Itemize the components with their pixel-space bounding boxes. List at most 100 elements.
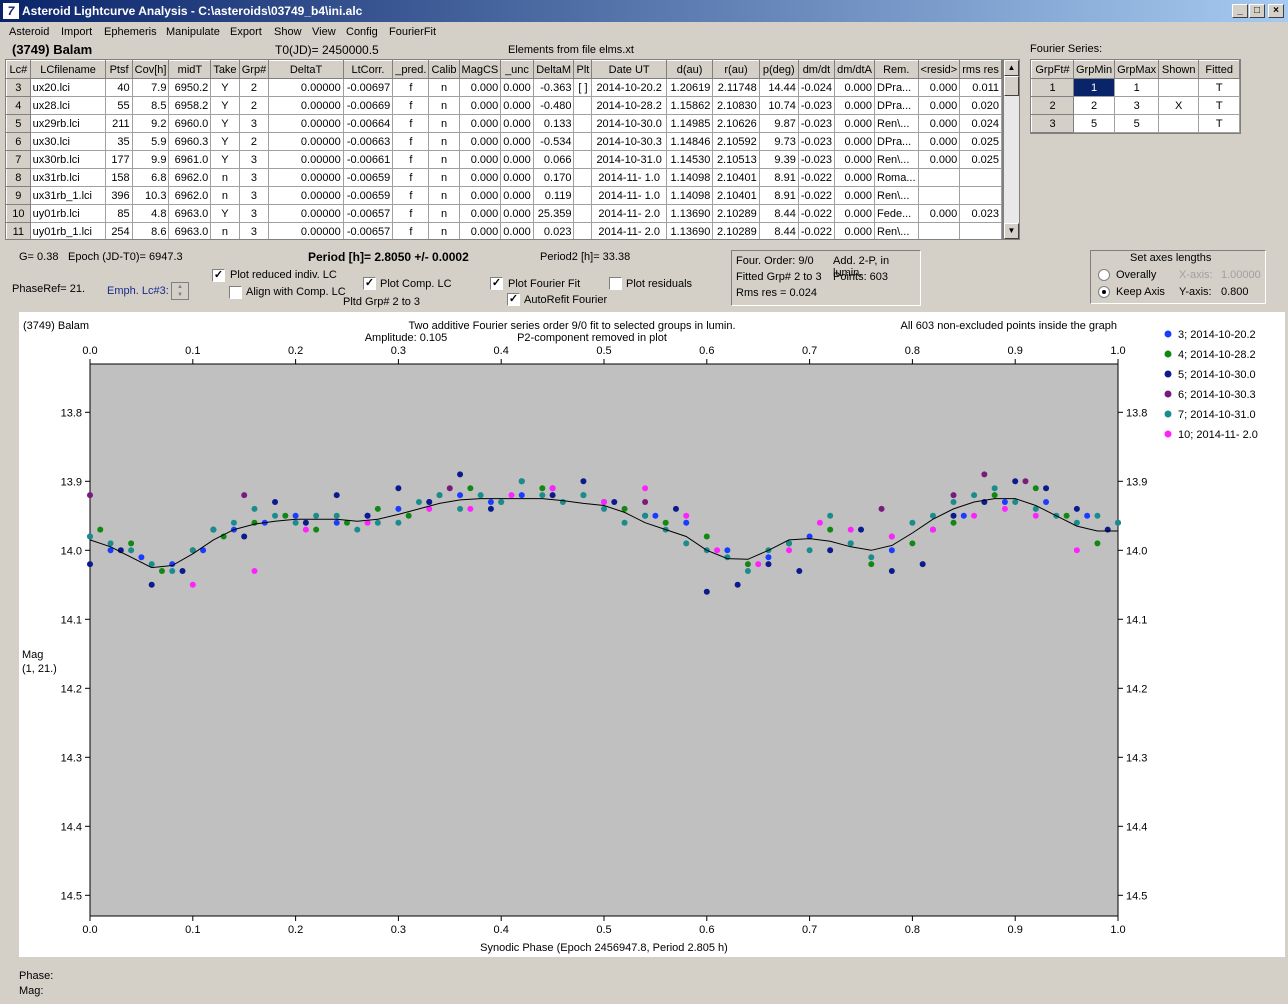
table-cell[interactable]: 0.00000 <box>268 96 344 115</box>
table-cell[interactable]: 2.11748 <box>712 78 760 97</box>
fourier-column-header[interactable]: Fitted <box>1198 60 1241 79</box>
table-cell[interactable]: n <box>210 168 240 187</box>
fourier-cell[interactable]: 1 <box>1031 78 1074 97</box>
column-header[interactable]: _pred. <box>392 60 430 79</box>
table-cell[interactable]: -0.00657 <box>342 222 394 239</box>
column-header[interactable]: Ptsf <box>105 60 133 79</box>
table-row[interactable]: 6 ux30.lci 35 5.9 6960.3 Y 2 0.00000 -0.00663 f n 0… <box>6 132 1002 151</box>
table-cell[interactable]: 8.44 <box>758 204 799 223</box>
column-header[interactable]: _unc <box>500 60 534 79</box>
table-cell[interactable]: 6963.0 <box>168 222 212 239</box>
table-cell[interactable]: 3 <box>238 222 270 239</box>
table-cell[interactable]: Ren\... <box>874 150 919 169</box>
table-cell[interactable]: f <box>392 78 430 97</box>
fourier-column-header[interactable]: GrpMin <box>1072 60 1116 79</box>
lightcurve-chart[interactable]: (3749) Balam Two additive Fourier series… <box>19 312 1285 957</box>
table-cell[interactable]: 211 <box>105 114 133 133</box>
table-row[interactable]: 8 ux31rb.lci 158 6.8 6962.0 n 3 0.00000 -0.00659… <box>6 168 1002 187</box>
table-row[interactable]: 7 ux30rb.lci 177 9.9 6961.0 Y 3 0.00000 -0.00661… <box>6 150 1002 169</box>
table-cell[interactable]: 0.000 <box>458 222 502 239</box>
table-cell[interactable]: 85 <box>105 204 133 223</box>
table-cell[interactable]: n <box>428 222 460 239</box>
table-cell[interactable]: 6950.2 <box>168 78 212 97</box>
table-cell[interactable]: 0.000 <box>500 150 534 169</box>
table-cell[interactable]: 1.14098 <box>665 186 714 205</box>
table-cell[interactable]: 0.000 <box>500 222 534 239</box>
table-cell[interactable]: n <box>428 186 460 205</box>
table-cell[interactable]: f <box>392 204 430 223</box>
table-cell[interactable]: Y <box>210 204 240 223</box>
table-cell[interactable]: 2014-10-30.0 <box>591 114 667 133</box>
table-cell[interactable]: 1.14846 <box>665 132 714 151</box>
table-cell[interactable] <box>917 186 961 205</box>
table-cell[interactable]: DPra... <box>874 132 919 151</box>
menu-asteroid[interactable]: Asteroid <box>9 26 49 38</box>
plot-reduced-checkbox[interactable]: ✓ <box>212 269 225 282</box>
table-cell[interactable]: 9.39 <box>758 150 799 169</box>
table-cell[interactable]: 0.000 <box>458 114 502 133</box>
fourier-row[interactable]: 111T <box>1031 78 1241 97</box>
table-cell[interactable]: ux31rb_1.lci <box>29 186 107 205</box>
table-cell[interactable]: 1.13690 <box>665 204 714 223</box>
table-cell[interactable]: ux30.lci <box>29 132 107 151</box>
table-cell[interactable]: -0.00663 <box>342 132 394 151</box>
table-cell[interactable]: 11 <box>6 222 31 239</box>
table-cell[interactable]: 0.00000 <box>268 114 344 133</box>
table-cell[interactable]: 8.91 <box>758 168 799 187</box>
table-cell[interactable]: 2 <box>238 132 270 151</box>
table-cell[interactable]: 0.000 <box>917 150 961 169</box>
column-header[interactable]: rms res <box>959 60 1002 79</box>
plot-comp-checkbox[interactable]: ✓ <box>363 277 376 290</box>
table-cell[interactable]: ux30rb.lci <box>29 150 107 169</box>
table-cell[interactable]: 0.000 <box>458 150 502 169</box>
table-cell[interactable] <box>573 204 593 223</box>
table-cell[interactable]: 0.000 <box>834 96 875 115</box>
table-cell[interactable]: 8.5 <box>131 96 170 115</box>
table-cell[interactable]: 0.000 <box>500 78 534 97</box>
fourier-cell[interactable] <box>1158 78 1200 97</box>
table-cell[interactable]: 0.00000 <box>268 150 344 169</box>
table-cell[interactable]: 0.000 <box>834 204 875 223</box>
fourier-cell[interactable]: 5 <box>1114 114 1160 133</box>
table-cell[interactable]: ux31rb.lci <box>29 168 107 187</box>
fourier-cell[interactable]: 3 <box>1114 96 1160 115</box>
table-cell[interactable]: 396 <box>105 186 133 205</box>
table-cell[interactable]: 6962.0 <box>168 186 212 205</box>
table-cell[interactable]: 0.00000 <box>268 78 344 97</box>
table-cell[interactable]: 4 <box>6 96 31 115</box>
table-cell[interactable]: 9.87 <box>758 114 799 133</box>
table-cell[interactable]: f <box>392 96 430 115</box>
emph-spin-button[interactable]: ▲ ▼ <box>171 282 189 300</box>
table-cell[interactable]: 2.10592 <box>712 132 760 151</box>
table-cell[interactable]: 0.000 <box>458 168 502 187</box>
table-cell[interactable]: -0.00661 <box>342 150 394 169</box>
column-header[interactable]: midT <box>168 60 212 79</box>
table-cell[interactable]: DPra... <box>874 96 919 115</box>
table-cell[interactable] <box>959 186 1002 205</box>
column-header[interactable]: <resid> <box>917 60 961 79</box>
table-cell[interactable]: 0.000 <box>834 78 875 97</box>
table-cell[interactable]: -0.480 <box>532 96 575 115</box>
table-cell[interactable]: n <box>428 150 460 169</box>
table-cell[interactable]: -0.022 <box>797 168 836 187</box>
table-cell[interactable] <box>573 168 593 187</box>
table-cell[interactable]: 0.000 <box>458 96 502 115</box>
table-cell[interactable]: 0.000 <box>458 78 502 97</box>
table-cell[interactable]: 2014-10-20.2 <box>591 78 667 97</box>
table-cell[interactable]: uy01rb.lci <box>29 204 107 223</box>
x-axis-value[interactable]: 1.00000 <box>1221 269 1261 281</box>
table-cell[interactable] <box>917 168 961 187</box>
table-row[interactable]: 5 ux29rb.lci 211 9.2 6960.0 Y 3 0.00000 -0.00664… <box>6 114 1002 133</box>
table-cell[interactable]: n <box>428 132 460 151</box>
table-cell[interactable]: 0.000 <box>834 222 875 239</box>
table-cell[interactable]: 10 <box>6 204 31 223</box>
table-cell[interactable]: 6960.3 <box>168 132 212 151</box>
table-cell[interactable]: 2.10626 <box>712 114 760 133</box>
table-cell[interactable]: 0.000 <box>500 186 534 205</box>
fourier-cell[interactable]: 1 <box>1072 78 1116 97</box>
table-cell[interactable]: 2.10513 <box>712 150 760 169</box>
table-row[interactable]: 11 uy01rb_1.lci 254 8.6 6963.0 n 3 0.00000 -0.00… <box>6 222 1002 239</box>
table-cell[interactable]: f <box>392 150 430 169</box>
table-cell[interactable]: 0.000 <box>500 132 534 151</box>
overally-radio[interactable] <box>1098 269 1110 281</box>
